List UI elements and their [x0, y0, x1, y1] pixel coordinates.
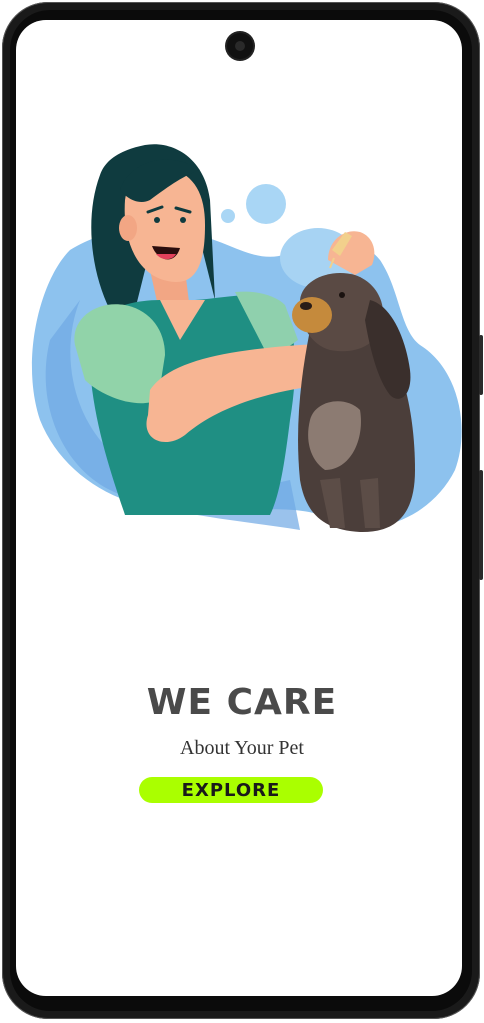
explore-button[interactable]: EXPLORE — [139, 777, 323, 803]
page-subtitle: About Your Pet — [180, 737, 304, 759]
page-title: WE CARE — [146, 682, 338, 723]
dog-muzzle — [292, 297, 332, 333]
woman-grooming-dog-illustration — [31, 144, 462, 533]
bubble-small — [221, 209, 235, 223]
bubble-large — [246, 184, 286, 224]
